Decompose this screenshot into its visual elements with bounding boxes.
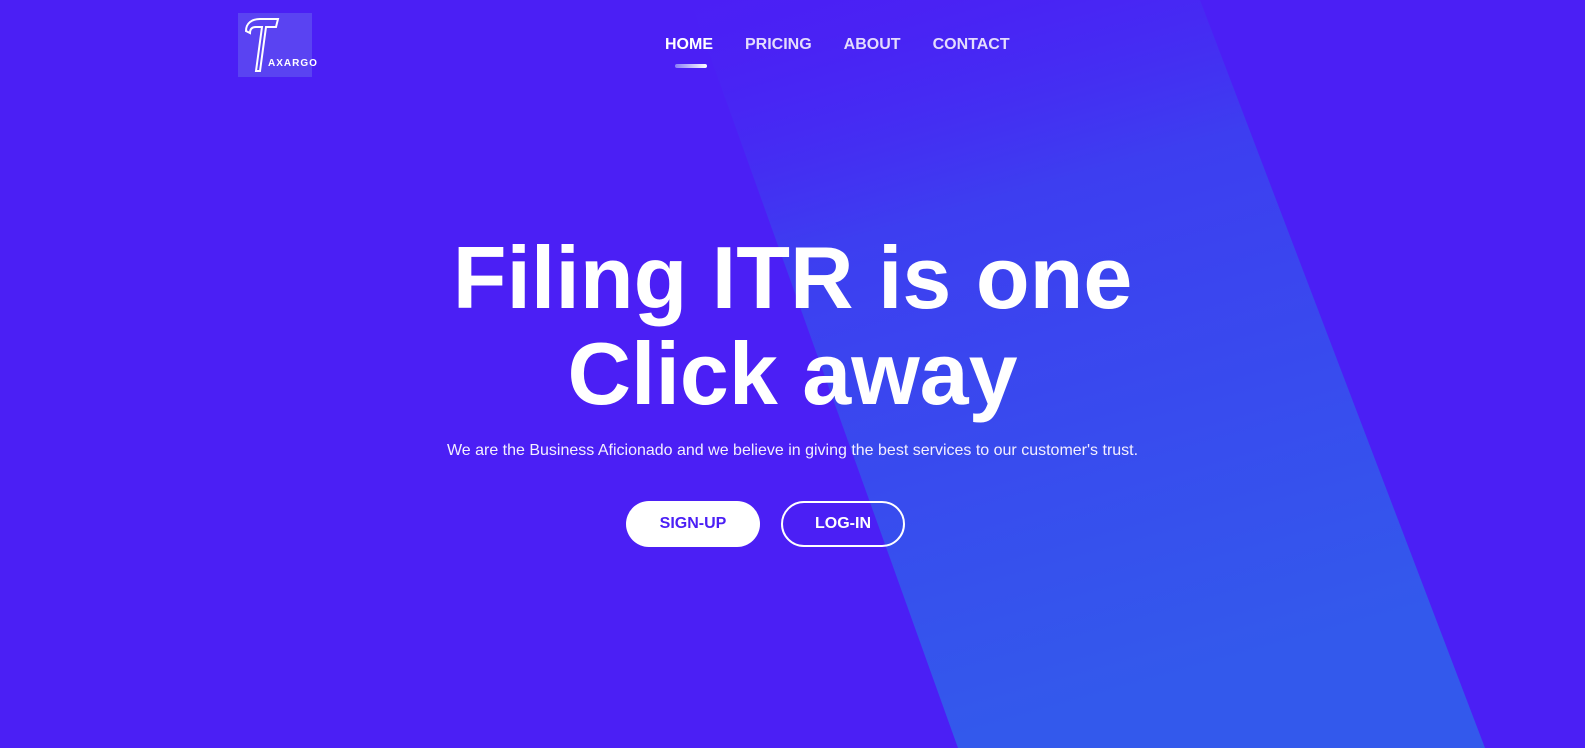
login-button[interactable]: LOG-IN [781, 501, 905, 547]
nav-item-contact[interactable]: CONTACT [933, 35, 1010, 55]
hero-headline-line1: Filing ITR is one [452, 228, 1133, 327]
hero-subtitle: We are the Business Aficionado and we be… [446, 442, 1139, 459]
nav-item-label: ABOUT [843, 36, 901, 53]
hero-headline-line2: Click away [567, 324, 1018, 423]
nav-item-label: PRICING [745, 36, 812, 53]
nav-item-label: CONTACT [932, 36, 1010, 53]
nav-item-label: HOME [665, 36, 713, 53]
logo-text: AXARGO [268, 58, 318, 69]
hero-headline: Filing ITR is one Click away [413, 230, 1173, 422]
nav-item-pricing[interactable]: PRICING [745, 35, 812, 55]
main-nav: HOME PRICING ABOUT CONTACT [665, 35, 1042, 68]
nav-item-home[interactable]: HOME [665, 35, 713, 68]
brand-logo[interactable]: AXARGO [238, 13, 317, 77]
hero-section: Filing ITR is one Click away We are the … [0, 230, 1585, 460]
nav-item-about[interactable]: ABOUT [844, 35, 901, 55]
active-nav-indicator [675, 64, 707, 68]
signup-button[interactable]: SIGN-UP [626, 501, 760, 547]
hero-actions: SIGN-UP LOG-IN [626, 501, 905, 547]
